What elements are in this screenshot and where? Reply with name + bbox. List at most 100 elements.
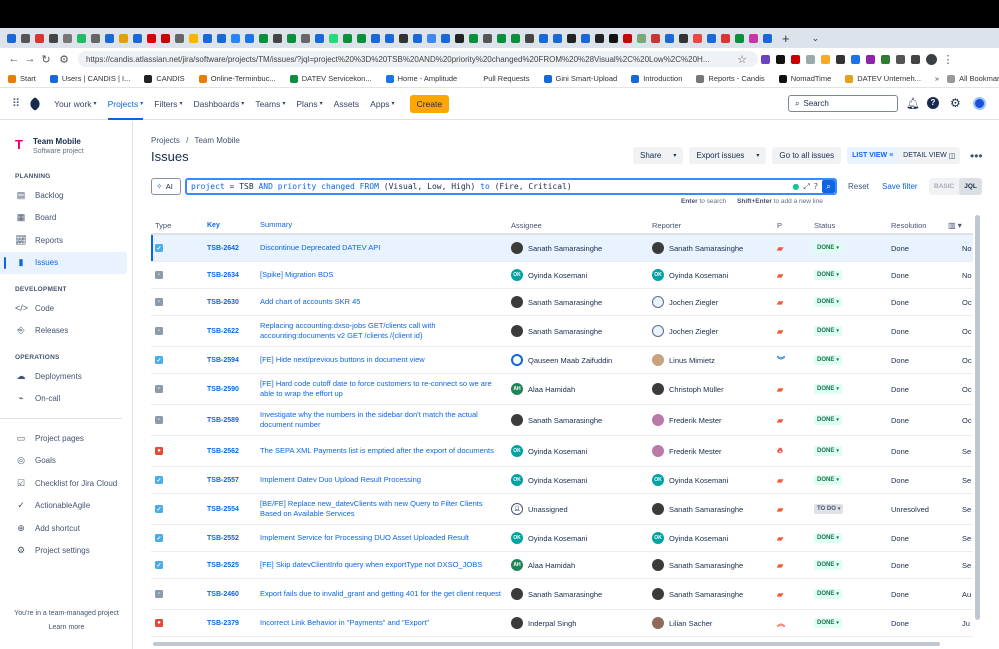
tab-favicon-icon[interactable] <box>678 33 688 43</box>
table-row[interactable]: ▫ TSB-2634 [Spike] Migration BDS OK Oyinda K… <box>151 262 973 289</box>
issue-summary-link[interactable]: Replacing accounting:dxso-jobs GET/clien… <box>260 321 511 342</box>
issue-summary-link[interactable]: Investigate why the numbers in the sideb… <box>260 410 511 431</box>
sidebar-item-add-shortcut[interactable]: ⊕ Add shortcut <box>0 517 132 540</box>
tab-favicon-icon[interactable] <box>748 33 758 43</box>
issue-key-link[interactable]: TSB-2379 <box>207 620 260 627</box>
tab-favicon-icon[interactable] <box>104 33 114 43</box>
issue-summary-link[interactable]: Incorrect Link Behavior in "Payments" an… <box>260 618 511 629</box>
list-view-button[interactable]: LIST VIEW ≡ <box>847 147 899 164</box>
tab-favicon-icon[interactable] <box>20 33 30 43</box>
table-row[interactable]: ▫ TSB-2590 [FE] Hard code cutoff date to f… <box>151 374 973 405</box>
tab-search-icon[interactable]: ⌄ <box>812 33 820 44</box>
status-badge[interactable]: DONE ▾ <box>814 533 842 543</box>
issue-key-link[interactable]: TSB-2460 <box>207 591 260 598</box>
column-header-type[interactable]: Type <box>151 221 207 230</box>
tab-favicon-icon[interactable] <box>6 33 16 43</box>
tab-favicon-icon[interactable] <box>342 33 352 43</box>
chrome-menu-icon[interactable]: ⋮ <box>940 53 956 66</box>
extension-icon[interactable] <box>836 54 845 64</box>
tab-favicon-icon[interactable] <box>160 33 170 43</box>
assignee-cell[interactable]: Sanath Samarasinghe <box>511 588 652 600</box>
nav-filters[interactable]: Filters ▾ <box>154 88 182 120</box>
reporter-cell[interactable]: Jochen Ziegler <box>652 325 777 337</box>
tab-favicon-icon[interactable] <box>650 33 660 43</box>
tab-favicon-icon[interactable] <box>202 33 212 43</box>
jql-help-icon[interactable]: ? <box>814 182 818 191</box>
bookmark-item[interactable]: DATEV Unterneh... <box>845 74 921 83</box>
column-header-reporter[interactable]: Reporter <box>652 221 777 230</box>
tab-favicon-icon[interactable] <box>566 33 576 43</box>
grammarly-icon[interactable]: ● <box>792 182 799 191</box>
assignee-cell[interactable]: 👤︎ Unassigned <box>511 503 652 515</box>
tab-favicon-icon[interactable] <box>48 33 58 43</box>
reporter-cell[interactable]: OK Oyinda Kosemani <box>652 269 777 281</box>
issue-key-link[interactable]: TSB-2557 <box>207 477 260 484</box>
column-header-p[interactable]: P <box>777 221 814 230</box>
sidebar-item-goals[interactable]: ◎ Goals <box>0 450 132 473</box>
tab-favicon-icon[interactable] <box>608 33 618 43</box>
reporter-cell[interactable]: Frederik Mester <box>652 445 777 457</box>
sidebar-item-reports[interactable]: 📈︎ Reports <box>0 229 132 252</box>
nav-plans[interactable]: Plans ▾ <box>296 88 322 120</box>
status-badge[interactable]: DONE ▾ <box>814 415 842 425</box>
reporter-cell[interactable]: Lilian Sacher <box>652 617 777 629</box>
issue-key-link[interactable]: TSB-2562 <box>207 448 260 455</box>
tab-favicon-icon[interactable] <box>34 33 44 43</box>
sidebar-item-issues[interactable]: ▮ Issues <box>0 251 127 274</box>
tab-favicon-icon[interactable] <box>412 33 422 43</box>
extension-icon[interactable] <box>806 54 815 64</box>
tab-favicon-icon[interactable] <box>762 33 772 43</box>
export-issues-button[interactable]: Export issues ▾ <box>689 147 767 164</box>
issue-summary-link[interactable]: Export fails due to invalid_grant and ge… <box>260 589 511 600</box>
reporter-cell[interactable]: Sanath Samarasinghe <box>652 588 777 600</box>
assignee-cell[interactable]: Sanath Samarasinghe <box>511 414 652 426</box>
url-bar[interactable]: https://candis.atlassian.net/jira/softwa… <box>78 51 758 67</box>
tab-favicon-icon[interactable] <box>580 33 590 43</box>
tab-favicon-icon[interactable] <box>524 33 534 43</box>
more-actions-icon[interactable]: ••• <box>966 149 986 163</box>
issue-summary-link[interactable]: Implement Datev Duo Upload Result Proces… <box>260 475 511 486</box>
column-header-assignee[interactable]: Assignee <box>511 221 652 230</box>
table-row[interactable]: ✓ TSB-2552 Implement Service for Processin… <box>151 525 973 552</box>
assignee-cell[interactable]: OK Oyinda Kosemani <box>511 269 652 281</box>
project-header[interactable]: T Team Mobile Software project <box>0 121 132 155</box>
expand-icon[interactable]: ⤢ <box>803 182 809 192</box>
tab-favicon-icon[interactable] <box>384 33 394 43</box>
table-row[interactable]: ✓ TSB-2554 [BE/FE] Replace new_datevClient… <box>151 494 973 525</box>
tab-favicon-icon[interactable] <box>510 33 520 43</box>
tab-favicon-icon[interactable] <box>594 33 604 43</box>
bookmark-item[interactable]: Home - Amplitude <box>385 74 457 83</box>
column-picker-icon[interactable]: ▥ ▾ <box>948 221 962 230</box>
issue-key-link[interactable]: TSB-2554 <box>207 506 260 513</box>
assignee-cell[interactable]: Sanath Samarasinghe <box>511 296 652 308</box>
status-badge[interactable]: DONE ▾ <box>814 243 842 253</box>
tab-favicon-icon[interactable] <box>328 33 338 43</box>
issue-summary-link[interactable]: The SEPA XML Payments list is emptied af… <box>260 446 511 457</box>
tab-favicon-icon[interactable] <box>286 33 296 43</box>
status-badge[interactable]: DONE ▾ <box>814 475 842 485</box>
tab-favicon-icon[interactable] <box>216 33 226 43</box>
nav-dashboards[interactable]: Dashboards ▾ <box>193 88 244 120</box>
nav-apps[interactable]: Apps ▾ <box>370 88 394 120</box>
bookmark-item[interactable]: CANDIS <box>144 74 185 83</box>
issue-summary-link[interactable]: [FE] Hard code cutoff date to force cust… <box>260 379 511 400</box>
tab-favicon-icon[interactable] <box>230 33 240 43</box>
user-avatar[interactable] <box>973 97 986 110</box>
tab-favicon-icon[interactable] <box>62 33 72 43</box>
tab-favicon-icon[interactable] <box>300 33 310 43</box>
bookmark-item[interactable]: Online-Terminbuc... <box>198 74 276 83</box>
reset-button[interactable]: Reset <box>848 182 869 191</box>
help-icon[interactable]: ? <box>927 97 939 109</box>
tab-favicon-icon[interactable] <box>552 33 562 43</box>
status-badge[interactable]: DONE ▾ <box>814 618 842 628</box>
issue-key-link[interactable]: TSB-2589 <box>207 417 260 424</box>
tab-favicon-icon[interactable] <box>356 33 366 43</box>
assignee-cell[interactable]: OK Oyinda Kosemani <box>511 532 652 544</box>
reporter-cell[interactable]: Sanath Samarasinghe <box>652 503 777 515</box>
issue-summary-link[interactable]: Add chart of accounts SKR 45 <box>260 297 511 308</box>
table-row[interactable]: ✓ TSB-2557 Implement Datev Duo Upload Resu… <box>151 467 973 494</box>
issue-key-link[interactable]: TSB-2630 <box>207 299 260 306</box>
jira-logo-icon[interactable] <box>27 96 43 111</box>
issue-key-link[interactable]: TSB-2594 <box>207 357 260 364</box>
ai-button[interactable]: ✧ AI <box>151 178 181 195</box>
